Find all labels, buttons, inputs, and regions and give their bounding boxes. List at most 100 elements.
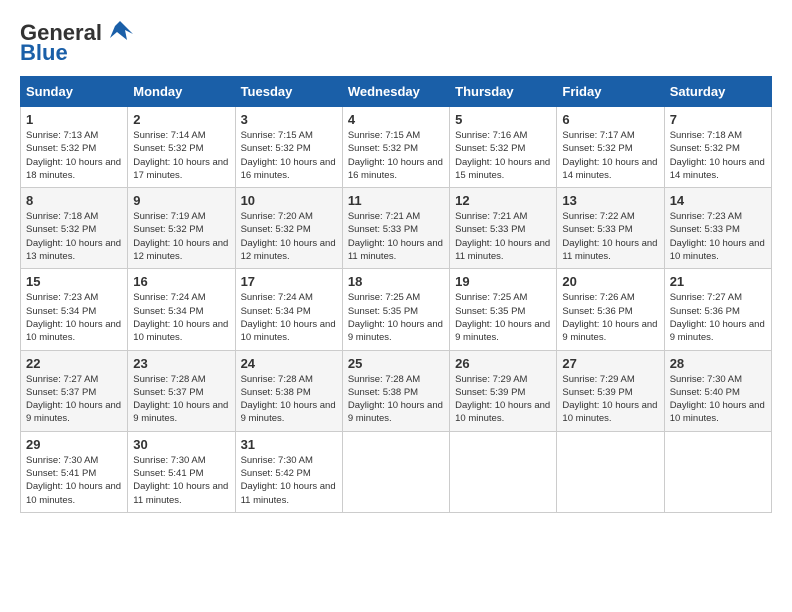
- day-info: Sunrise: 7:18 AMSunset: 5:32 PMDaylight:…: [26, 211, 121, 262]
- calendar-day-8: 8Sunrise: 7:18 AMSunset: 5:32 PMDaylight…: [21, 188, 128, 269]
- day-number: 28: [670, 356, 766, 371]
- day-info: Sunrise: 7:17 AMSunset: 5:32 PMDaylight:…: [562, 130, 657, 181]
- calendar-day-26: 26Sunrise: 7:29 AMSunset: 5:39 PMDayligh…: [450, 350, 557, 431]
- logo-blue: Blue: [20, 40, 68, 66]
- calendar-day-22: 22 Sunrise: 7:27 AMSunset: 5:37 PMDayligh…: [21, 350, 128, 431]
- day-number: 13: [562, 193, 658, 208]
- day-header-sunday: Sunday: [21, 77, 128, 107]
- calendar-day-1: 1 Sunrise: 7:13 AMSunset: 5:32 PMDaylight…: [21, 107, 128, 188]
- calendar-day-6: 6 Sunrise: 7:17 AMSunset: 5:32 PMDaylight…: [557, 107, 664, 188]
- day-number: 15: [26, 274, 122, 289]
- day-info: Sunrise: 7:26 AMSunset: 5:36 PMDaylight:…: [562, 292, 657, 343]
- calendar-day-12: 12 Sunrise: 7:21 AMSunset: 5:33 PMDayligh…: [450, 188, 557, 269]
- calendar-day-31: 31 Sunrise: 7:30 AMSunset: 5:42 PMDayligh…: [235, 431, 342, 512]
- day-number: 4: [348, 112, 444, 127]
- day-info: Sunrise: 7:15 AMSunset: 5:32 PMDaylight:…: [241, 130, 336, 181]
- calendar-week-4: 22 Sunrise: 7:27 AMSunset: 5:37 PMDayligh…: [21, 350, 772, 431]
- day-number: 11: [348, 193, 444, 208]
- day-info: Sunrise: 7:23 AMSunset: 5:33 PMDaylight:…: [670, 211, 765, 262]
- calendar-day-2: 2 Sunrise: 7:14 AMSunset: 5:32 PMDaylight…: [128, 107, 235, 188]
- empty-cell: [664, 431, 771, 512]
- day-number: 12: [455, 193, 551, 208]
- calendar-day-30: 30Sunrise: 7:30 AMSunset: 5:41 PMDayligh…: [128, 431, 235, 512]
- day-info: Sunrise: 7:25 AMSunset: 5:35 PMDaylight:…: [348, 292, 443, 343]
- day-info: Sunrise: 7:21 AMSunset: 5:33 PMDaylight:…: [348, 211, 443, 262]
- calendar-day-14: 14 Sunrise: 7:23 AMSunset: 5:33 PMDayligh…: [664, 188, 771, 269]
- calendar-day-29: 29Sunrise: 7:30 AMSunset: 5:41 PMDayligh…: [21, 431, 128, 512]
- day-number: 2: [133, 112, 229, 127]
- day-header-friday: Friday: [557, 77, 664, 107]
- calendar-day-28: 28 Sunrise: 7:30 AMSunset: 5:40 PMDayligh…: [664, 350, 771, 431]
- day-number: 21: [670, 274, 766, 289]
- empty-cell: [557, 431, 664, 512]
- calendar-day-11: 11 Sunrise: 7:21 AMSunset: 5:33 PMDayligh…: [342, 188, 449, 269]
- calendar-day-27: 27 Sunrise: 7:29 AMSunset: 5:39 PMDayligh…: [557, 350, 664, 431]
- day-info: Sunrise: 7:18 AMSunset: 5:32 PMDaylight:…: [670, 130, 765, 181]
- day-number: 5: [455, 112, 551, 127]
- day-number: 16: [133, 274, 229, 289]
- day-info: Sunrise: 7:30 AMSunset: 5:40 PMDaylight:…: [670, 374, 765, 425]
- day-number: 3: [241, 112, 337, 127]
- empty-cell: [342, 431, 449, 512]
- calendar-day-24: 24 Sunrise: 7:28 AMSunset: 5:38 PMDayligh…: [235, 350, 342, 431]
- day-info: Sunrise: 7:21 AMSunset: 5:33 PMDaylight:…: [455, 211, 550, 262]
- calendar-day-18: 18Sunrise: 7:25 AMSunset: 5:35 PMDayligh…: [342, 269, 449, 350]
- day-number: 6: [562, 112, 658, 127]
- day-info: Sunrise: 7:16 AMSunset: 5:32 PMDaylight:…: [455, 130, 550, 181]
- calendar-day-15: 15 Sunrise: 7:23 AMSunset: 5:34 PMDayligh…: [21, 269, 128, 350]
- calendar-day-13: 13 Sunrise: 7:22 AMSunset: 5:33 PMDayligh…: [557, 188, 664, 269]
- day-number: 19: [455, 274, 551, 289]
- calendar-table: SundayMondayTuesdayWednesdayThursdayFrid…: [20, 76, 772, 513]
- day-number: 9: [133, 193, 229, 208]
- day-info: Sunrise: 7:27 AMSunset: 5:37 PMDaylight:…: [26, 374, 121, 425]
- day-info: Sunrise: 7:13 AMSunset: 5:32 PMDaylight:…: [26, 130, 121, 181]
- empty-cell: [450, 431, 557, 512]
- day-info: Sunrise: 7:28 AMSunset: 5:38 PMDaylight:…: [241, 374, 336, 425]
- day-info: Sunrise: 7:28 AMSunset: 5:38 PMDaylight:…: [348, 374, 443, 425]
- calendar-day-3: 3 Sunrise: 7:15 AMSunset: 5:32 PMDaylight…: [235, 107, 342, 188]
- day-number: 20: [562, 274, 658, 289]
- calendar-week-3: 15 Sunrise: 7:23 AMSunset: 5:34 PMDayligh…: [21, 269, 772, 350]
- day-info: Sunrise: 7:29 AMSunset: 5:39 PMDaylight:…: [455, 374, 550, 425]
- day-info: Sunrise: 7:15 AMSunset: 5:32 PMDaylight:…: [348, 130, 443, 181]
- day-number: 27: [562, 356, 658, 371]
- day-info: Sunrise: 7:30 AMSunset: 5:41 PMDaylight:…: [133, 455, 228, 506]
- calendar-day-17: 17 Sunrise: 7:24 AMSunset: 5:34 PMDayligh…: [235, 269, 342, 350]
- day-number: 1: [26, 112, 122, 127]
- calendar-day-4: 4 Sunrise: 7:15 AMSunset: 5:32 PMDaylight…: [342, 107, 449, 188]
- day-header-tuesday: Tuesday: [235, 77, 342, 107]
- calendar-day-10: 10Sunrise: 7:20 AMSunset: 5:32 PMDayligh…: [235, 188, 342, 269]
- day-info: Sunrise: 7:22 AMSunset: 5:33 PMDaylight:…: [562, 211, 657, 262]
- day-number: 22: [26, 356, 122, 371]
- calendar-week-1: 1 Sunrise: 7:13 AMSunset: 5:32 PMDaylight…: [21, 107, 772, 188]
- day-info: Sunrise: 7:29 AMSunset: 5:39 PMDaylight:…: [562, 374, 657, 425]
- day-header-saturday: Saturday: [664, 77, 771, 107]
- day-number: 24: [241, 356, 337, 371]
- day-number: 31: [241, 437, 337, 452]
- day-info: Sunrise: 7:24 AMSunset: 5:34 PMDaylight:…: [133, 292, 228, 343]
- calendar-day-16: 16 Sunrise: 7:24 AMSunset: 5:34 PMDayligh…: [128, 269, 235, 350]
- calendar-week-2: 8Sunrise: 7:18 AMSunset: 5:32 PMDaylight…: [21, 188, 772, 269]
- calendar-day-9: 9Sunrise: 7:19 AMSunset: 5:32 PMDaylight…: [128, 188, 235, 269]
- logo-bird-icon: [105, 16, 135, 46]
- day-header-wednesday: Wednesday: [342, 77, 449, 107]
- day-number: 7: [670, 112, 766, 127]
- day-number: 23: [133, 356, 229, 371]
- day-number: 29: [26, 437, 122, 452]
- day-info: Sunrise: 7:27 AMSunset: 5:36 PMDaylight:…: [670, 292, 765, 343]
- day-number: 14: [670, 193, 766, 208]
- logo: General Blue: [20, 20, 135, 66]
- day-info: Sunrise: 7:24 AMSunset: 5:34 PMDaylight:…: [241, 292, 336, 343]
- day-info: Sunrise: 7:14 AMSunset: 5:32 PMDaylight:…: [133, 130, 228, 181]
- day-header-monday: Monday: [128, 77, 235, 107]
- day-info: Sunrise: 7:30 AMSunset: 5:42 PMDaylight:…: [241, 455, 336, 506]
- day-number: 17: [241, 274, 337, 289]
- calendar-week-5: 29 Sunrise: 7:30 AMSunset: 5:41 PMDayligh…: [21, 431, 772, 512]
- calendar-day-23: 23Sunrise: 7:28 AMSunset: 5:37 PMDayligh…: [128, 350, 235, 431]
- calendar-day-25: 25 Sunrise: 7:28 AMSunset: 5:38 PMDayligh…: [342, 350, 449, 431]
- day-number: 25: [348, 356, 444, 371]
- day-info: Sunrise: 7:23 AMSunset: 5:34 PMDaylight:…: [26, 292, 121, 343]
- days-header-row: SundayMondayTuesdayWednesdayThursdayFrid…: [21, 77, 772, 107]
- header: General Blue: [20, 20, 772, 66]
- day-info: Sunrise: 7:25 AMSunset: 5:35 PMDaylight:…: [455, 292, 550, 343]
